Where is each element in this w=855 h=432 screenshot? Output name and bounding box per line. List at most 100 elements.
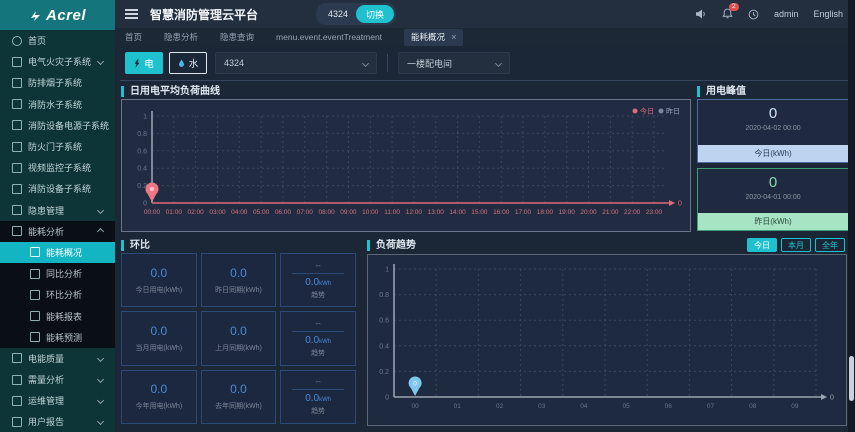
peak-date-yesterday: 2020-04-01 00:00 [745,194,801,201]
svg-text:0.6: 0.6 [379,318,389,325]
sidebar-item-fire-equipment[interactable]: 消防设备子系统 [0,178,115,199]
sidebar-item-home[interactable]: 首页 [0,30,115,51]
horizontal-divider [120,80,849,81]
svg-text:0: 0 [143,201,147,208]
sidebar-item-label: 电能质量 [28,353,65,364]
sidebar-item-mom-analysis[interactable]: 环比分析 [0,284,115,306]
sidebar-item-hazard-management[interactable]: 隐患管理 [0,200,115,221]
sidebar-item-label: 需量分析 [28,375,65,386]
trend-unit: kWh [319,397,332,404]
sidebar-item-label: 电气火灾子系统 [28,57,92,68]
sidebar-item-label: 消防设备子系统 [28,184,92,195]
svg-text:07: 07 [707,403,715,410]
legend-dot[interactable] [632,108,638,114]
huanbi-cell-0: 0.0 今日用电(kWh) [121,253,197,308]
speaker-icon[interactable] [695,9,707,19]
clock-icon[interactable] [748,9,759,20]
svg-text:10:00: 10:00 [362,209,379,216]
svg-text:02:00: 02:00 [188,209,205,216]
switch-button[interactable]: 切换 [356,5,395,23]
sidebar-item-demand-analysis[interactable]: 需量分析 [0,369,115,390]
sidebar-item-smoke-control[interactable]: 防排烟子系统 [0,72,115,93]
svg-text:0: 0 [385,395,389,402]
menu-collapse-icon[interactable] [125,9,138,11]
tab-2[interactable]: 隐患查询 [220,31,254,43]
stat-label: 昨日同期(kWh) [215,286,262,294]
sidebar-item-label: 运维管理 [28,396,65,407]
peak-date-today: 2020-04-02 00:00 [745,125,801,132]
legend-label[interactable]: 昨日 [666,107,680,116]
axis-arrow [821,394,827,400]
station-select[interactable]: 4324 [215,52,377,74]
huanbi-cell-7: 0.0 去年同期(kWh) [200,369,277,424]
energy-report-icon [30,311,40,322]
svg-text:0.8: 0.8 [379,292,389,299]
svg-text:12:00: 12:00 [406,209,423,216]
tab-label: 首页 [125,32,143,42]
scrollbar-thumb[interactable] [849,356,854,401]
svg-text:03:00: 03:00 [209,209,226,216]
huanbi-cell-2: -- 0.0kWh 趋势 [280,253,356,308]
sidebar-item-electrical-fire[interactable]: 电气火灾子系统 [0,51,115,72]
sidebar-item-video-monitor[interactable]: 视频监控子系统 [0,157,115,178]
load-curve-chart: 00.20.40.60.8100:00 01:00 02:00 03:00 04:00 0… [137,107,682,217]
tab-4[interactable]: 能耗概况 × [404,28,464,46]
sidebar-item-power-quality[interactable]: 电能质量 [0,348,115,369]
energy-overview-icon [30,247,40,258]
ops-management-icon [12,395,22,406]
notification-bell[interactable]: 2 [722,2,739,21]
svg-text:04: 04 [580,403,588,410]
sidebar-item-energy-overview[interactable]: 能耗概况 [0,241,115,264]
stat-label: 当月用电(kWh) [135,344,183,352]
equipment-power-icon [12,120,22,131]
trend-range-button-1[interactable]: 本月 [781,238,811,252]
logo-text: Acrel [45,6,87,24]
tab-label: menu.event.eventTreatment [276,32,383,42]
svg-text:15:00: 15:00 [471,209,488,216]
trend-value: 0.0kWh [305,334,332,346]
svg-text:19:00: 19:00 [559,209,576,216]
sidebar-item-label: 隐患管理 [28,205,65,216]
trend-range-button-2[interactable]: 全年 [815,238,845,252]
room-select[interactable]: 一楼配电间 [398,52,510,74]
peak-card-today: 0 2020-04-02 00:00 今日(kWh) [697,99,849,163]
sidebar-item-yoy-analysis[interactable]: 同比分析 [0,263,115,285]
tab-0[interactable]: 首页 [125,31,142,43]
hazard-management-icon [12,205,22,216]
svg-text:11:00: 11:00 [384,209,400,216]
svg-text:05: 05 [622,403,630,410]
acrel-logo-icon [30,10,40,21]
language-switch[interactable]: English [813,9,843,19]
sidebar-item-ops-management[interactable]: 运维管理 [0,390,115,411]
water-filter-label: 水 [188,59,199,70]
sidebar-item-fire-door[interactable]: 防火门子系统 [0,136,115,157]
trend-range-button-0[interactable]: 今日 [747,238,777,252]
trend-unit: kWh [319,338,332,345]
trend-percent: -- [315,260,321,270]
tab-1[interactable]: 隐患分析 [164,31,198,43]
peak-value-today: 0 [768,105,778,122]
sidebar-item-label: 防火门子系统 [28,142,83,153]
chevron-down-icon [96,418,105,426]
sidebar-item-equipment-power[interactable]: 消防设备电源子系统 [0,115,115,136]
sidebar-item-energy-forecast[interactable]: 能耗预测 [0,326,115,348]
legend-dot[interactable] [658,108,664,114]
water-filter-button[interactable]: 水 [169,52,207,74]
sidebar-item-fire-water[interactable]: 消防水子系统 [0,94,115,115]
tab-3[interactable]: menu.event.eventTreatment [276,32,382,42]
trend-unit: kWh [319,280,332,287]
user-menu[interactable]: admin [774,9,799,19]
lightning-icon [134,58,140,68]
vertical-divider [387,54,388,72]
svg-text:1: 1 [143,114,147,121]
close-icon[interactable]: × [451,32,456,42]
svg-text:0: 0 [413,381,417,388]
sidebar-item-user-report[interactable]: 用户报告 [0,411,115,432]
electric-filter-button[interactable]: 电 [125,52,163,74]
scrollbar-track[interactable] [848,0,855,432]
sidebar-item-energy-analysis[interactable]: 能耗分析 [0,220,115,242]
station-select-value: 4324 [224,58,245,68]
sidebar-menu: 首页电气火灾子系统防排烟子系统 消防水子系统 消防设备电源子系统防火门子系统视频监控… [0,30,115,432]
sidebar-item-energy-report[interactable]: 能耗报表 [0,305,115,327]
legend-label[interactable]: 今日 [640,107,654,116]
